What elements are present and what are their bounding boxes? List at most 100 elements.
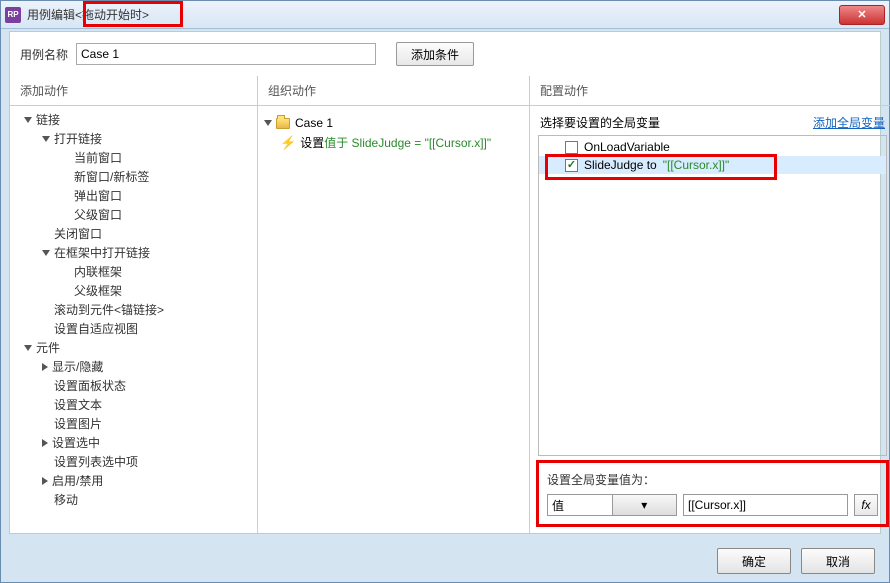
close-button[interactable]: ✕ bbox=[839, 5, 885, 25]
combo-value: 值 bbox=[548, 497, 612, 514]
folder-icon bbox=[276, 118, 290, 129]
tree-item-label: 设置面板状态 bbox=[54, 377, 126, 394]
value-input[interactable] bbox=[683, 494, 848, 516]
tree-item[interactable]: 滚动到元件<锚链接> bbox=[10, 300, 257, 319]
tree-item[interactable]: 新窗口/新标签 bbox=[10, 167, 257, 186]
variable-value: "[[Cursor.x]]" bbox=[663, 158, 730, 172]
tree-item[interactable]: 链接 bbox=[10, 110, 257, 129]
tree-item[interactable]: 设置文本 bbox=[10, 395, 257, 414]
chevron-down-icon[interactable] bbox=[42, 250, 50, 256]
tree-item-label: 内联框架 bbox=[74, 263, 122, 280]
set-value-label: 设置全局变量值为： bbox=[547, 471, 878, 488]
tree-item[interactable]: 当前窗口 bbox=[10, 148, 257, 167]
expand-icon[interactable] bbox=[264, 120, 272, 126]
add-global-variable-link[interactable]: 添加全局变量 bbox=[813, 114, 885, 131]
tree-item[interactable]: 弹出窗口 bbox=[10, 186, 257, 205]
dialog-content: 用例名称 添加条件 添加动作 链接打开链接当前窗口新窗口/新标签弹出窗口父级窗口… bbox=[9, 31, 881, 534]
tree-item[interactable]: 设置自适应视图 bbox=[10, 319, 257, 338]
cancel-button[interactable]: 取消 bbox=[801, 548, 875, 574]
add-action-body: 链接打开链接当前窗口新窗口/新标签弹出窗口父级窗口关闭窗口在框架中打开链接内联框… bbox=[10, 106, 257, 533]
bolt-icon: ⚡ bbox=[280, 135, 296, 151]
tree-item-label: 显示/隐藏 bbox=[52, 358, 103, 375]
dialog-footer: 确定 取消 bbox=[717, 548, 875, 574]
configure-action-body: 选择要设置的全局变量 添加全局变量 OnLoadVariable SlideJud… bbox=[530, 106, 890, 533]
title-bar[interactable]: RP 用例编辑 <拖动开始时> ✕ bbox=[1, 1, 889, 29]
variable-label: SlideJudge to bbox=[584, 158, 657, 172]
variable-row[interactable]: SlideJudge to "[[Cursor.x]]" bbox=[539, 156, 886, 174]
tree-item-label: 滚动到元件<锚链接> bbox=[54, 301, 164, 318]
add-condition-button[interactable]: 添加条件 bbox=[396, 42, 474, 66]
tree-item[interactable]: 设置列表选中项 bbox=[10, 452, 257, 471]
tree-item-label: 在框架中打开链接 bbox=[54, 244, 150, 261]
tree-item-label: 启用/禁用 bbox=[52, 472, 103, 489]
variable-label: OnLoadVariable bbox=[584, 140, 670, 154]
tree-item-label: 新窗口/新标签 bbox=[74, 168, 149, 185]
set-value-row: 值 ▾ fx bbox=[547, 494, 878, 516]
select-variables-label: 选择要设置的全局变量 bbox=[540, 114, 660, 131]
tree-item[interactable]: 启用/禁用 bbox=[10, 471, 257, 490]
checkbox[interactable] bbox=[565, 159, 578, 172]
chevron-down-icon[interactable]: ▾ bbox=[612, 495, 677, 515]
dialog-title-prefix: 用例编辑 bbox=[27, 6, 75, 23]
case-node[interactable]: Case 1 bbox=[264, 114, 523, 132]
tree-item[interactable]: 设置面板状态 bbox=[10, 376, 257, 395]
organize-action-header: 组织动作 bbox=[258, 76, 529, 106]
chevron-right-icon[interactable] bbox=[42, 477, 48, 485]
tree-item-label: 关闭窗口 bbox=[54, 225, 102, 242]
case-name-label: 用例名称 bbox=[20, 46, 68, 63]
variable-list[interactable]: OnLoadVariable SlideJudge to "[[Cursor.x]… bbox=[538, 135, 887, 456]
tree-item[interactable]: 父级窗口 bbox=[10, 205, 257, 224]
organize-action-body: Case 1 ⚡ 设置 值于 SlideJudge = "[[Cursor.x]… bbox=[258, 106, 529, 533]
chevron-down-icon[interactable] bbox=[42, 136, 50, 142]
tree-item[interactable]: 移动 bbox=[10, 490, 257, 509]
tree-item[interactable]: 显示/隐藏 bbox=[10, 357, 257, 376]
tree-item-label: 设置文本 bbox=[54, 396, 102, 413]
tree-item-label: 设置图片 bbox=[54, 415, 102, 432]
tree-item-label: 父级窗口 bbox=[74, 206, 122, 223]
checkbox[interactable] bbox=[565, 141, 578, 154]
fx-button[interactable]: fx bbox=[854, 494, 878, 516]
tree-item-label: 元件 bbox=[36, 339, 60, 356]
chevron-down-icon[interactable] bbox=[24, 117, 32, 123]
set-value-block: 设置全局变量值为： 值 ▾ fx bbox=[538, 462, 887, 525]
action-node[interactable]: ⚡ 设置 值于 SlideJudge = "[[Cursor.x]]" bbox=[264, 132, 523, 153]
panels: 添加动作 链接打开链接当前窗口新窗口/新标签弹出窗口父级窗口关闭窗口在框架中打开… bbox=[10, 76, 880, 533]
organize-action-panel: 组织动作 Case 1 ⚡ 设置 值于 SlideJudge = "[[Curs… bbox=[258, 76, 530, 533]
tree-item[interactable]: 打开链接 bbox=[10, 129, 257, 148]
case-name-input[interactable] bbox=[76, 43, 376, 65]
tree-item-label: 移动 bbox=[54, 491, 78, 508]
tree-item[interactable]: 设置选中 bbox=[10, 433, 257, 452]
tree-item[interactable]: 元件 bbox=[10, 338, 257, 357]
app-icon: RP bbox=[5, 7, 21, 23]
tree-item[interactable]: 内联框架 bbox=[10, 262, 257, 281]
tree-item-label: 设置列表选中项 bbox=[54, 453, 138, 470]
case-name-row: 用例名称 添加条件 bbox=[10, 32, 880, 76]
value-type-combo[interactable]: 值 ▾ bbox=[547, 494, 677, 516]
tree-item[interactable]: 设置图片 bbox=[10, 414, 257, 433]
tree-item-label: 当前窗口 bbox=[74, 149, 122, 166]
configure-action-header: 配置动作 bbox=[530, 76, 890, 106]
add-action-header: 添加动作 bbox=[10, 76, 257, 106]
case-label: Case 1 bbox=[295, 116, 333, 130]
action-detail: 值于 SlideJudge = "[[Cursor.x]]" bbox=[324, 134, 491, 151]
tree-item[interactable]: 在框架中打开链接 bbox=[10, 243, 257, 262]
action-tree[interactable]: 链接打开链接当前窗口新窗口/新标签弹出窗口父级窗口关闭窗口在框架中打开链接内联框… bbox=[10, 106, 257, 513]
add-action-panel: 添加动作 链接打开链接当前窗口新窗口/新标签弹出窗口父级窗口关闭窗口在框架中打开… bbox=[10, 76, 258, 533]
chevron-right-icon[interactable] bbox=[42, 439, 48, 447]
tree-item-label: 设置自适应视图 bbox=[54, 320, 138, 337]
tree-item[interactable]: 父级框架 bbox=[10, 281, 257, 300]
tree-item[interactable]: 关闭窗口 bbox=[10, 224, 257, 243]
tree-item-label: 弹出窗口 bbox=[74, 187, 122, 204]
dialog-window: RP 用例编辑 <拖动开始时> ✕ 用例名称 添加条件 添加动作 链接打开链接当… bbox=[0, 0, 890, 583]
variable-row[interactable]: OnLoadVariable bbox=[539, 138, 886, 156]
action-prefix: 设置 bbox=[300, 134, 324, 151]
tree-item-label: 父级框架 bbox=[74, 282, 122, 299]
configure-action-panel: 配置动作 选择要设置的全局变量 添加全局变量 OnLoadVariable Sli… bbox=[530, 76, 890, 533]
tree-item-label: 设置选中 bbox=[52, 434, 100, 451]
chevron-right-icon[interactable] bbox=[42, 363, 48, 371]
select-variables-row: 选择要设置的全局变量 添加全局变量 bbox=[530, 106, 890, 135]
chevron-down-icon[interactable] bbox=[24, 345, 32, 351]
dialog-title-event: <拖动开始时> bbox=[75, 6, 149, 23]
tree-item-label: 链接 bbox=[36, 111, 60, 128]
ok-button[interactable]: 确定 bbox=[717, 548, 791, 574]
